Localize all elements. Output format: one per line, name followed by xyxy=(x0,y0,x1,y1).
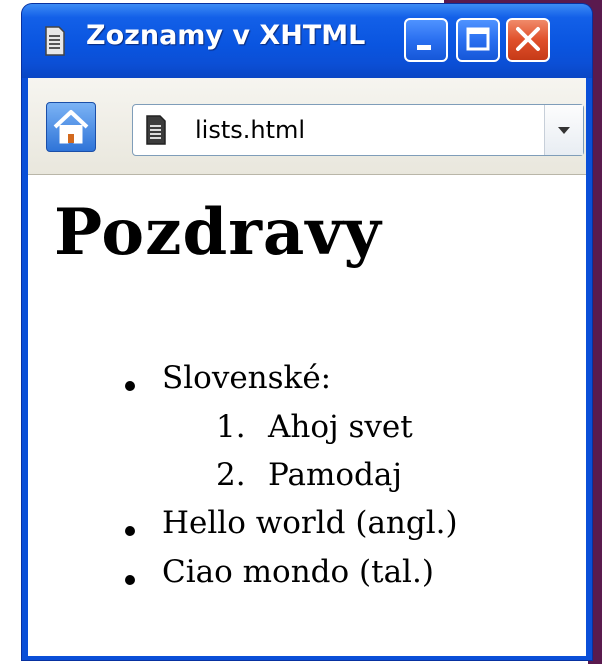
browser-frame: lists.html Pozdravy Slovenské: 1. Ahoj s… xyxy=(28,78,586,656)
navigation-toolbar: lists.html xyxy=(28,78,586,175)
page-heading: Pozdravy xyxy=(54,195,382,270)
ordered-list-number: 2. xyxy=(216,457,246,493)
maximize-icon xyxy=(466,27,490,51)
address-text: lists.html xyxy=(195,116,306,144)
list-bullet xyxy=(125,526,135,536)
page-icon xyxy=(146,115,166,145)
document-icon xyxy=(45,26,65,56)
minimize-icon xyxy=(417,45,431,50)
home-icon xyxy=(53,110,89,144)
list-item: Ciao mondo (tal.) xyxy=(162,554,434,590)
list-bullet xyxy=(125,381,135,391)
ordered-list-item: Pamodaj xyxy=(268,457,402,493)
list-item: Hello world (angl.) xyxy=(162,505,458,541)
address-bar[interactable]: lists.html xyxy=(132,104,584,156)
home-button[interactable] xyxy=(46,102,96,152)
minimize-button[interactable] xyxy=(404,18,448,62)
browser-window: Zoznamy v XHTML lists.html Pozdravy Slov… xyxy=(22,4,592,660)
window-title: Zoznamy v XHTML xyxy=(86,20,366,51)
close-icon xyxy=(516,27,540,51)
chevron-down-icon xyxy=(558,127,570,134)
list-bullet xyxy=(125,575,135,585)
maximize-button[interactable] xyxy=(456,18,500,62)
list-item: Slovenské: xyxy=(162,360,332,396)
title-bar[interactable]: Zoznamy v XHTML xyxy=(22,4,592,78)
address-dropdown-button[interactable] xyxy=(544,105,583,155)
close-button[interactable] xyxy=(506,18,550,62)
ordered-list-item: Ahoj svet xyxy=(268,409,413,445)
ordered-list-number: 1. xyxy=(216,409,246,445)
page-content: Pozdravy Slovenské: 1. Ahoj svet 2. Pamo… xyxy=(28,175,586,656)
